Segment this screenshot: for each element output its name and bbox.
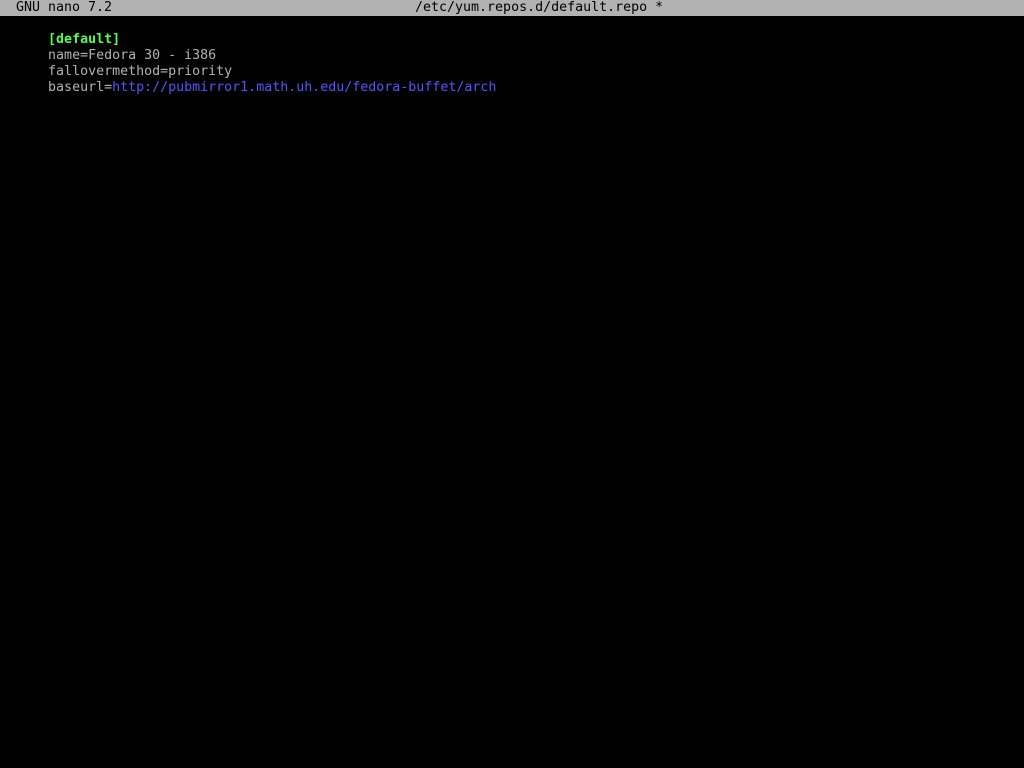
name-value: Fedora 30 - i386 <box>88 48 217 63</box>
editor-line-name[interactable]: name=Fedora 30 - i386 <box>0 32 1024 63</box>
nano-title-bar: GNU nano 7.2 /etc/yum.repos.d/default.re… <box>0 0 1024 16</box>
text-editor-area[interactable]: [default] name=Fedora 30 - i386 fallover… <box>0 16 1024 768</box>
editor-app-name: GNU nano 7.2 <box>16 0 113 15</box>
baseurl-value: http://pubmirror1.math.uh.edu/fedora-buf… <box>112 80 497 95</box>
editor-file-path: /etc/yum.repos.d/default.repo * <box>415 0 664 15</box>
repo-section-header: [default] <box>48 32 121 47</box>
name-key: name= <box>48 48 89 63</box>
failovermethod-value: priority <box>168 64 233 79</box>
editor-line-section[interactable]: [default] <box>0 16 1024 47</box>
terminal-screen: GNU nano 7.2 /etc/yum.repos.d/default.re… <box>0 0 1024 768</box>
failovermethod-key: fallovermethod= <box>48 64 169 79</box>
baseurl-key: baseurl= <box>48 80 113 95</box>
